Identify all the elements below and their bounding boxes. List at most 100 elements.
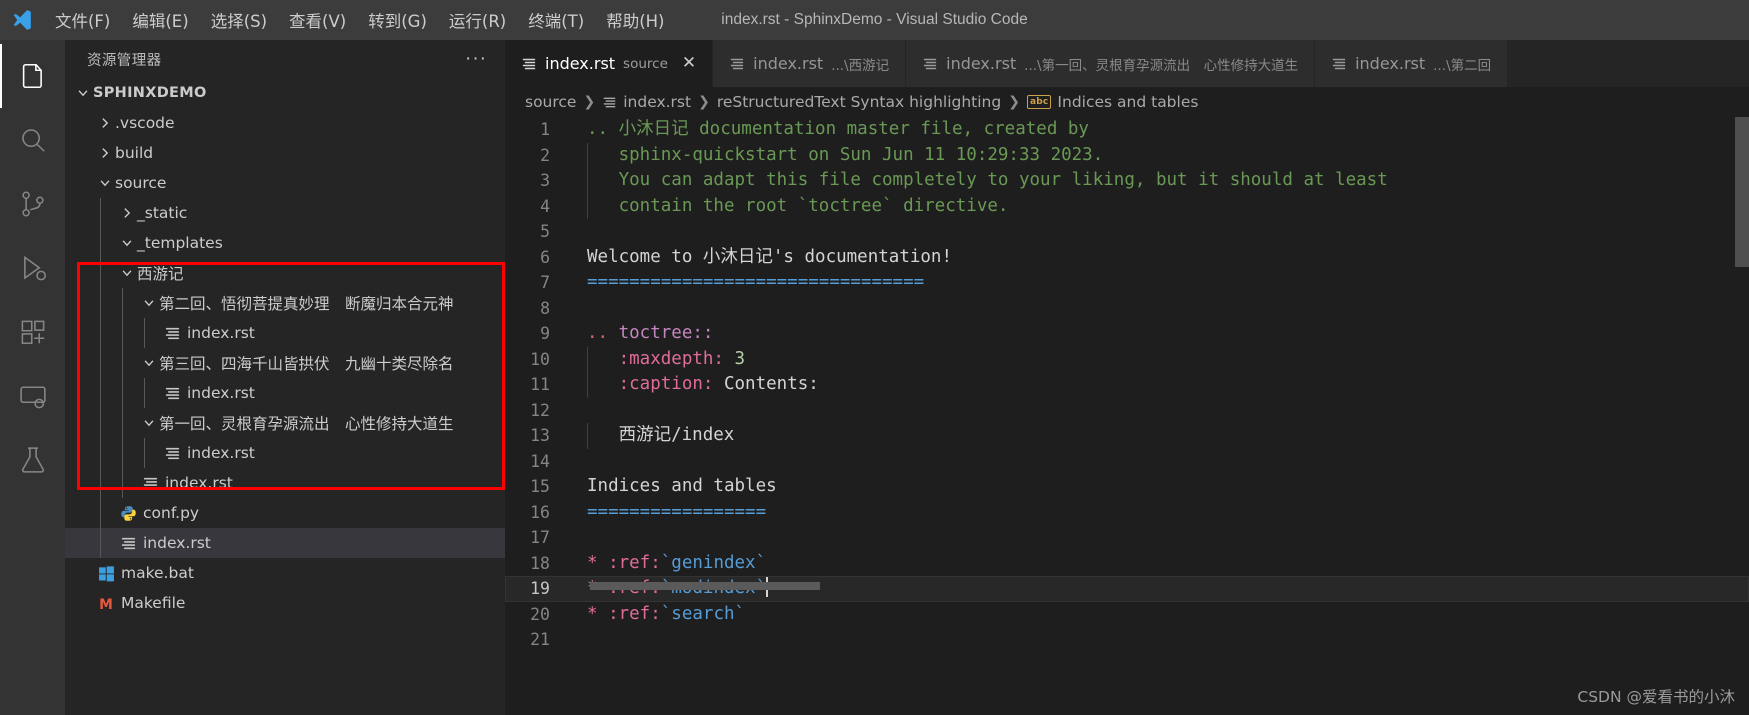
tree-item-label: _static xyxy=(137,204,188,222)
tree-folder-row[interactable]: 第三回、四海千山皆拱伏 九幽十类尽除名 xyxy=(65,348,505,378)
editor-tab[interactable]: index.rst ...\西游记 xyxy=(713,40,907,87)
tree-folder-row[interactable]: _templates xyxy=(65,228,505,258)
tree-folder-row[interactable]: 第二回、悟彻菩提真妙理 断魔归本合元神 xyxy=(65,288,505,318)
code-line[interactable]: 8 xyxy=(505,296,1749,322)
explorer-more-actions-icon[interactable]: ··· xyxy=(465,49,487,68)
code-line[interactable]: 3 You can adapt this file completely to … xyxy=(505,168,1749,194)
code-line[interactable]: 18 * :ref:`genindex` xyxy=(505,551,1749,577)
rst-file-icon xyxy=(161,325,184,342)
menu-item-edit[interactable]: 编辑(E) xyxy=(121,4,199,36)
rst-file-icon xyxy=(922,56,938,72)
tree-file-row[interactable]: make.bat xyxy=(65,558,505,588)
code-line[interactable]: 14 xyxy=(505,449,1749,475)
code-token: Indices and tables xyxy=(587,476,777,496)
chevron-down-icon[interactable] xyxy=(117,233,137,253)
chevron-down-icon[interactable] xyxy=(139,353,159,373)
chevron-down-icon[interactable] xyxy=(95,173,115,193)
tree-file-row[interactable]: conf.py xyxy=(65,498,505,528)
tree-item-label: source xyxy=(115,174,167,192)
chevron-down-icon[interactable] xyxy=(73,83,93,103)
code-line[interactable]: 16 ================= xyxy=(505,500,1749,526)
tree-file-row[interactable]: index.rst xyxy=(65,438,505,468)
menu-item-view[interactable]: 查看(V) xyxy=(278,4,357,36)
tree-folder-row[interactable]: 西游记 xyxy=(65,258,505,288)
chevron-right-icon[interactable] xyxy=(117,203,137,223)
code-token: toctree:: xyxy=(618,323,714,343)
menu-item-select[interactable]: 选择(S) xyxy=(200,4,278,36)
code-line[interactable]: 7 ================================ xyxy=(505,270,1749,296)
code-line[interactable]: 11 :caption: Contents: xyxy=(505,372,1749,398)
chevron-down-icon[interactable] xyxy=(139,293,159,313)
code-line-text: sphinx-quickstart on Sun Jun 11 10:29:33… xyxy=(577,142,1749,168)
activity-remote-explorer-icon[interactable] xyxy=(0,364,65,428)
tree-folder-row[interactable]: source xyxy=(65,168,505,198)
editor-tabs[interactable]: index.rst source ✕ index.rst ...\西游记 index.rs… xyxy=(505,40,1749,87)
line-number: 20 xyxy=(530,604,550,624)
tree-file-row[interactable]: index.rst xyxy=(65,528,505,558)
line-number: 8 xyxy=(540,298,550,318)
breadcrumb[interactable]: source ❯ index.rst ❯ reStructuredText Syntax… xyxy=(505,87,1749,117)
tree-folder-row[interactable]: _static xyxy=(65,198,505,228)
editor-tab[interactable]: index.rst source ✕ xyxy=(505,40,714,87)
menu-item-file[interactable]: 文件(F) xyxy=(44,4,121,36)
activity-extensions-icon[interactable] xyxy=(0,300,65,364)
breadcrumb-item[interactable]: index.rst xyxy=(602,93,691,111)
chevron-right-icon[interactable] xyxy=(95,143,115,163)
code-line[interactable]: 9.. toctree:: xyxy=(505,321,1749,347)
code-line[interactable]: 6 Welcome to 小沐日记's documentation! xyxy=(505,245,1749,271)
editor-tab[interactable]: index.rst ...\第一回、灵根育孕源流出 心性修持大道生 xyxy=(906,40,1316,87)
tree-folder-row[interactable]: 第一回、灵根育孕源流出 心性修持大道生 xyxy=(65,408,505,438)
chevron-down-icon[interactable] xyxy=(117,263,137,283)
tree-item-label: index.rst xyxy=(165,474,233,492)
chevron-right-icon[interactable] xyxy=(95,113,115,133)
tree-file-row[interactable]: M Makefile xyxy=(65,588,505,618)
vscode-logo-icon xyxy=(0,9,44,31)
editor-horizontal-scrollbar[interactable] xyxy=(590,582,820,590)
tree-root-row[interactable]: SPHINXDEMO xyxy=(65,78,505,108)
tab-description: source xyxy=(623,55,668,72)
menu-item-terminal[interactable]: 终端(T) xyxy=(517,4,595,36)
breadcrumb-item[interactable]: source xyxy=(525,93,576,111)
breadcrumb-item[interactable]: reStructuredText Syntax highlighting xyxy=(717,93,1001,111)
menu-bar[interactable]: 文件(F) 编辑(E) 选择(S) 查看(V) 转到(G) 运行(R) 终端(T… xyxy=(44,4,676,36)
menu-item-run[interactable]: 运行(R) xyxy=(438,4,517,36)
activity-explorer-icon[interactable] xyxy=(0,44,65,108)
line-number: 15 xyxy=(530,477,550,496)
tree-folder-row[interactable]: .vscode xyxy=(65,108,505,138)
editor-tab[interactable]: index.rst ...\第二回 xyxy=(1315,40,1509,87)
indent-guide xyxy=(100,378,101,408)
code-editor[interactable]: 1.. 小沐日记 documentation master file, crea… xyxy=(505,117,1749,715)
code-indent-guide xyxy=(587,372,588,398)
close-icon[interactable]: ✕ xyxy=(682,55,696,72)
code-line[interactable]: 1.. 小沐日记 documentation master file, crea… xyxy=(505,117,1749,143)
code-indent-guide xyxy=(587,423,588,449)
tree-folder-row[interactable]: build xyxy=(65,138,505,168)
code-line[interactable]: 12 xyxy=(505,398,1749,424)
indent-guide xyxy=(100,498,101,528)
activity-testing-beaker-icon[interactable] xyxy=(0,428,65,492)
chevron-down-icon[interactable] xyxy=(139,413,159,433)
activity-source-control-icon[interactable] xyxy=(0,172,65,236)
code-line[interactable]: 5 xyxy=(505,219,1749,245)
code-line[interactable]: 21 xyxy=(505,627,1749,653)
activity-search-icon[interactable] xyxy=(0,108,65,172)
file-tree[interactable]: SPHINXDEMO .vscode build source _static _temp… xyxy=(65,78,505,618)
code-line[interactable]: 17 xyxy=(505,525,1749,551)
breadcrumb-item[interactable]: abc Indices and tables xyxy=(1026,93,1198,111)
code-line[interactable]: 4 contain the root `toctree` directive. xyxy=(505,193,1749,219)
line-number: 21 xyxy=(530,630,550,649)
tree-file-row[interactable]: index.rst xyxy=(65,468,505,498)
tree-item-label: .vscode xyxy=(115,114,175,132)
tree-file-row[interactable]: index.rst xyxy=(65,318,505,348)
code-line[interactable]: 10 :maxdepth: 3 xyxy=(505,346,1749,372)
activity-run-debug-icon[interactable] xyxy=(0,236,65,300)
code-line[interactable]: 2 sphinx-quickstart on Sun Jun 11 10:29:… xyxy=(505,142,1749,168)
menu-item-help[interactable]: 帮助(H) xyxy=(595,4,675,36)
tree-file-row[interactable]: index.rst xyxy=(65,378,505,408)
code-line[interactable]: 13 西游记/index xyxy=(505,423,1749,449)
menu-item-go[interactable]: 转到(G) xyxy=(357,4,438,36)
code-line[interactable]: 15 Indices and tables xyxy=(505,474,1749,500)
activity-bar xyxy=(0,40,65,715)
code-line[interactable]: 20 * :ref:`search` xyxy=(505,602,1749,628)
code-token: Contents: xyxy=(713,374,819,394)
